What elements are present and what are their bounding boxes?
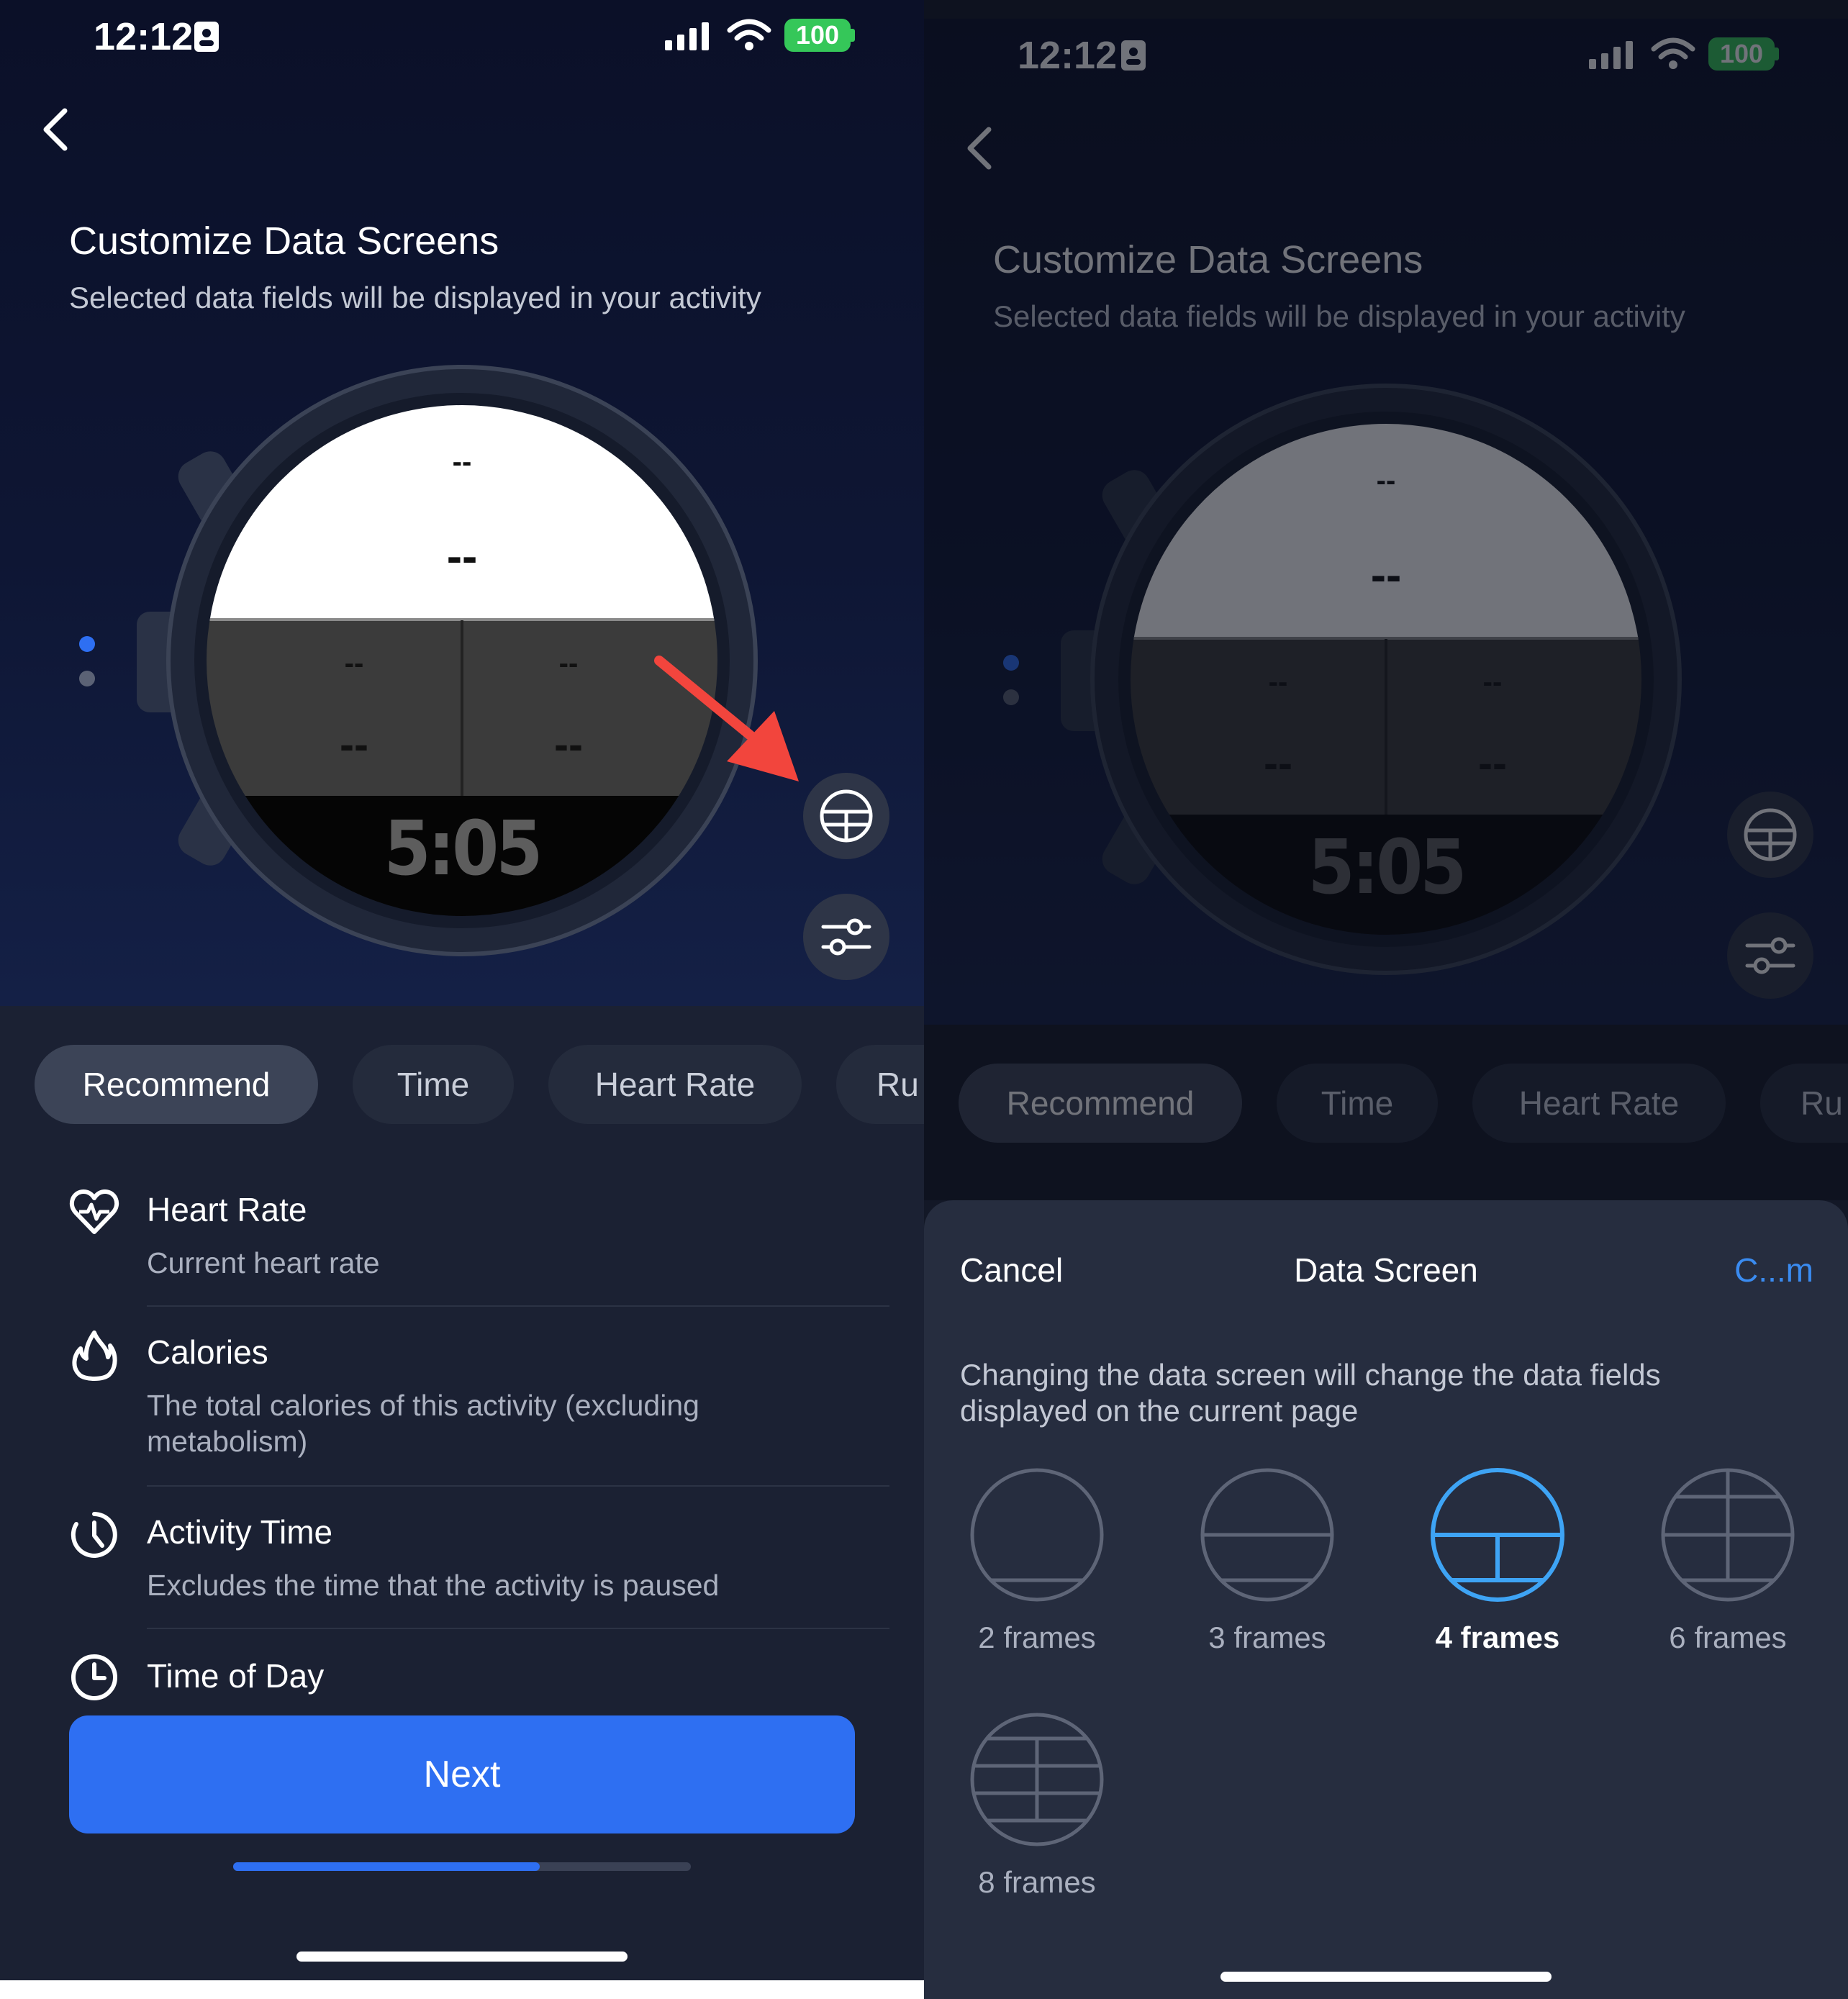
option-label-6-frames: 6 frames [1669, 1620, 1787, 1654]
divider [147, 1305, 889, 1307]
field-left-large: -- [340, 720, 368, 769]
contact-card-icon [194, 22, 219, 52]
layout-4-frames-icon [1431, 1468, 1564, 1602]
field-desc-heart-rate: Current heart rate [147, 1246, 380, 1279]
clock-icon [71, 1654, 117, 1700]
option-6-frames[interactable] [1659, 1467, 1796, 1603]
tab-recommend[interactable]: Recommend [35, 1045, 318, 1124]
field-top-large: -- [446, 530, 478, 582]
field-title-heart-rate: Heart Rate [147, 1191, 307, 1228]
home-indicator [1220, 1972, 1552, 1982]
customize-screen-right: 12:12 100 Customize Data Screens Selecte… [924, 0, 1848, 1999]
back-arrow-icon[interactable] [37, 106, 75, 153]
option-3-frames[interactable] [1199, 1467, 1336, 1603]
option-2-frames[interactable] [969, 1467, 1105, 1603]
layout-3-frames-icon [1200, 1468, 1334, 1602]
field-right-large: -- [554, 720, 583, 769]
flame-icon [72, 1331, 117, 1381]
layout-select-button[interactable] [803, 773, 889, 859]
home-indicator [296, 1952, 628, 1962]
stopwatch-icon [71, 1512, 117, 1558]
wifi-icon [727, 19, 771, 50]
sheet-message: Changing the data screen will change the… [960, 1358, 1661, 1428]
field-top-small: -- [452, 446, 472, 478]
annotation-arrow-icon [654, 656, 799, 781]
page-subtitle: Selected data fields will be displayed i… [69, 281, 761, 314]
option-label-2-frames: 2 frames [978, 1620, 1096, 1654]
divider [147, 1628, 889, 1629]
tab-running[interactable]: Ru [836, 1045, 924, 1124]
page-dot-active[interactable] [79, 636, 95, 652]
layout-8-frames-icon [970, 1713, 1104, 1846]
page-dot[interactable] [79, 671, 95, 686]
status-time: 12:12 [94, 15, 194, 58]
option-label-4-frames: 4 frames [1435, 1620, 1560, 1654]
sliders-icon [821, 918, 871, 956]
tab-heart-rate[interactable]: Heart Rate [548, 1045, 802, 1124]
sheet-title: Data Screen [1294, 1251, 1478, 1289]
option-label-3-frames: 3 frames [1208, 1620, 1326, 1654]
customize-screen-left: 12:12 100 Customize Data Screens Selecte… [0, 0, 924, 1980]
layout-6-frames-icon [1661, 1468, 1795, 1602]
layout-2-frames-icon [970, 1468, 1104, 1602]
option-8-frames[interactable] [969, 1711, 1105, 1848]
field-left-small: -- [344, 648, 364, 679]
field-desc-calories: The total calories of this activity (exc… [147, 1389, 699, 1458]
signal-icon [665, 22, 709, 50]
option-4-frames[interactable] [1429, 1467, 1566, 1603]
tab-time[interactable]: Time [353, 1045, 514, 1124]
progress-fill [233, 1862, 540, 1871]
option-label-8-frames: 8 frames [978, 1865, 1096, 1899]
divider [147, 1485, 889, 1487]
field-right-small: -- [558, 648, 579, 679]
heart-rate-icon [69, 1189, 119, 1234]
data-screen-sheet: Cancel Data Screen C...m Changing the da… [924, 1200, 1848, 1999]
modal-backdrop[interactable] [924, 0, 1848, 1200]
adjust-settings-button[interactable] [803, 894, 889, 980]
watch-clock: 5:05 [384, 804, 543, 892]
confirm-button[interactable]: C...m [1734, 1251, 1813, 1289]
next-button[interactable]: Next [69, 1715, 855, 1833]
progress-track [233, 1862, 691, 1871]
layout-frames-icon [820, 789, 873, 843]
field-title-calories: Calories [147, 1333, 268, 1371]
field-desc-activity-time: Excludes the time that the activity is p… [147, 1569, 720, 1602]
battery-tip [851, 29, 855, 42]
battery-indicator: 100 [784, 19, 851, 52]
page-title: Customize Data Screens [69, 219, 499, 263]
field-title-time-of-day: Time of Day [147, 1657, 325, 1695]
field-title-activity-time: Activity Time [147, 1513, 333, 1551]
